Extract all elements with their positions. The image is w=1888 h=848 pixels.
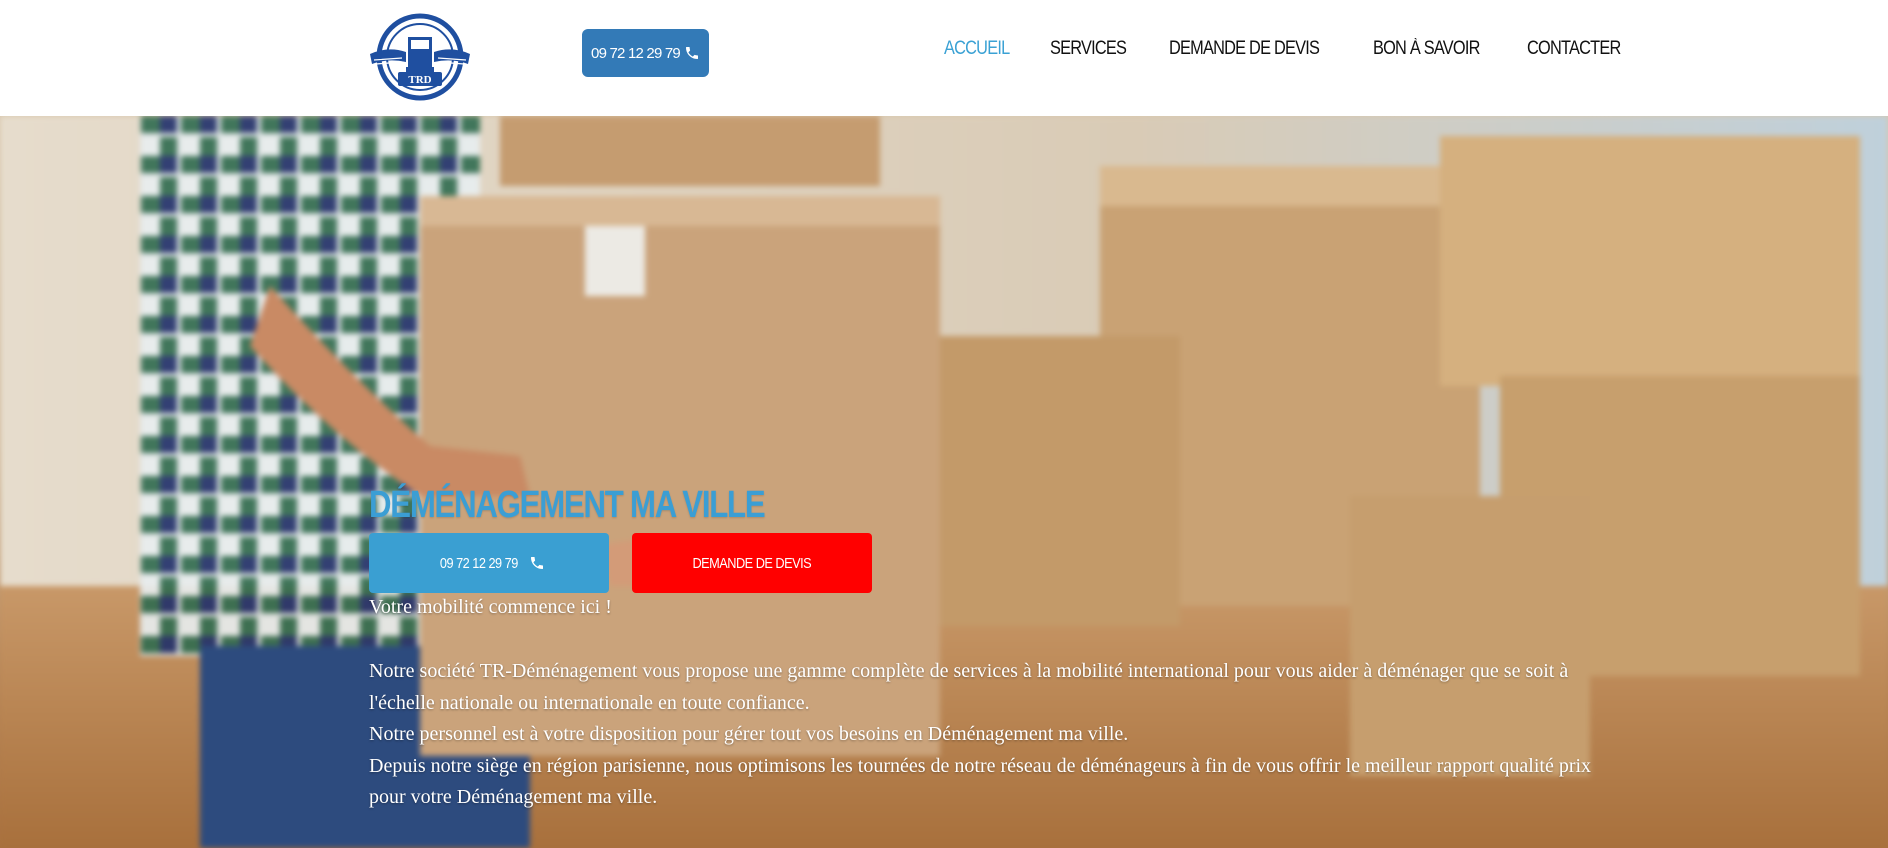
nav-accueil[interactable]: ACCUEIL bbox=[944, 38, 1010, 60]
hero-paragraph: Notre société TR-Déménagement vous propo… bbox=[369, 660, 1569, 714]
site-header: TRD 09 72 12 29 79 ACCUEIL SERVICES DEMA… bbox=[0, 0, 1888, 116]
header-phone-label: 09 72 12 29 79 bbox=[591, 44, 681, 62]
hero-paragraph: Notre personnel est à votre disposition … bbox=[369, 723, 1129, 745]
phone-icon bbox=[685, 47, 698, 59]
nav-bon-a-savoir[interactable]: BON À SAVOIR bbox=[1373, 38, 1480, 60]
company-logo[interactable]: TRD bbox=[368, 12, 472, 102]
hero-paragraph: Depuis notre siège en région parisienne,… bbox=[369, 754, 1592, 809]
svg-text:TRD: TRD bbox=[408, 74, 431, 86]
nav-contacter[interactable]: CONTACTER bbox=[1527, 38, 1621, 60]
phone-icon bbox=[530, 557, 543, 569]
nav-demande-de-devis[interactable]: DEMANDE DE DEVIS bbox=[1169, 38, 1320, 60]
hero-title: DÉMÉNAGEMENT MA VILLE bbox=[369, 484, 766, 526]
header-phone-button[interactable]: 09 72 12 29 79 bbox=[582, 29, 709, 77]
hero-phone-button[interactable]: 09 72 12 29 79 bbox=[369, 533, 609, 593]
hero-phone-label: 09 72 12 29 79 bbox=[440, 554, 518, 572]
hero-tagline: Votre mobilité commence ici ! bbox=[369, 596, 612, 618]
main-nav: ACCUEIL SERVICES DEMANDE DE DEVIS BON À … bbox=[944, 38, 1666, 60]
nav-services[interactable]: SERVICES bbox=[1050, 38, 1127, 60]
hero-quote-button[interactable]: DEMANDE DE DEVIS bbox=[632, 533, 872, 593]
hero-quote-label: DEMANDE DE DEVIS bbox=[692, 554, 812, 572]
hero-description: Notre société TR-Déménagement vous propo… bbox=[369, 656, 1594, 814]
hero-section: DÉMÉNAGEMENT MA VILLE 09 72 12 29 79 DEM… bbox=[0, 116, 1888, 848]
